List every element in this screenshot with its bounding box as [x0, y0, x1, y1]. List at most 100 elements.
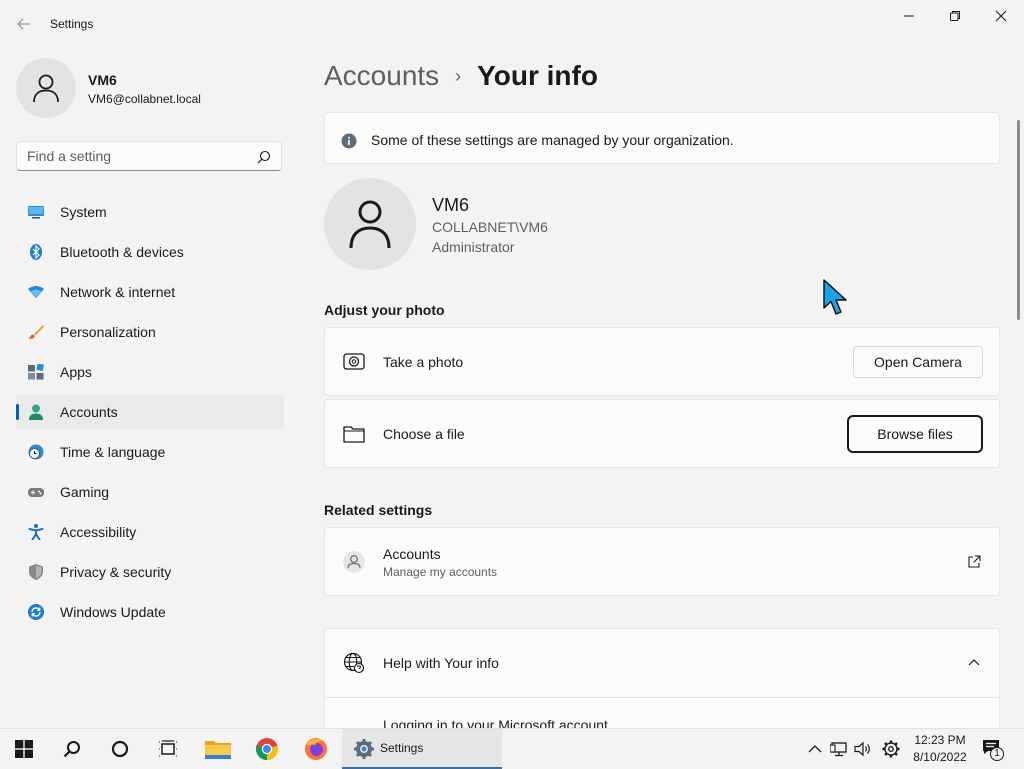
monitor-icon: [28, 206, 44, 219]
scrollbar[interactable]: [1017, 120, 1020, 320]
firefox-button[interactable]: [292, 729, 340, 769]
info-icon: [341, 133, 357, 149]
search-input[interactable]: [17, 142, 267, 170]
profile-card[interactable]: VM6 VM6@collabnet.local: [16, 58, 286, 118]
related-accounts-subtitle: Manage my accounts: [383, 565, 498, 579]
sidebar-item-label: Gaming: [60, 484, 110, 500]
taskbar-settings-app[interactable]: Settings: [342, 729, 502, 769]
sidebar-item-label: Accounts: [60, 404, 118, 420]
sidebar-item-privacy[interactable]: Privacy & security: [16, 554, 284, 590]
minimize-button[interactable]: [886, 4, 932, 28]
content-area: Some of these settings are managed by yo…: [324, 108, 1000, 728]
help-title[interactable]: Help with Your info: [383, 655, 499, 671]
take-photo-row: Take a photo Open Camera: [324, 327, 1000, 396]
notice-text: Some of these settings are managed by yo…: [371, 132, 734, 148]
globe-icon: [343, 652, 365, 674]
camera-icon: [343, 353, 365, 370]
sidebar-item-label: Windows Update: [60, 604, 166, 620]
adjust-photo-heading: Adjust your photo: [324, 302, 445, 318]
cortana-circle-icon: [111, 740, 129, 758]
avatar: [16, 58, 76, 118]
clock-time[interactable]: 12:23 PM: [912, 733, 968, 747]
network-icon[interactable]: [830, 740, 848, 758]
bluetooth-icon: [30, 244, 42, 260]
search-box[interactable]: [16, 141, 282, 171]
page-title: Your info: [477, 60, 598, 91]
sidebar-item-bluetooth[interactable]: Bluetooth & devices: [16, 234, 284, 270]
wifi-icon: [28, 286, 44, 298]
related-accounts-row[interactable]: Accounts Manage my accounts: [324, 527, 1000, 596]
user-avatar: [324, 178, 416, 270]
notification-badge: 1: [990, 747, 1004, 761]
divider: [325, 697, 999, 698]
task-view-icon: [159, 740, 177, 757]
person-icon: [343, 551, 365, 573]
sidebar-item-time-language[interactable]: Time & language: [16, 434, 284, 470]
sidebar-item-accounts[interactable]: Accounts: [16, 394, 284, 430]
sidebar-item-label: Network & internet: [60, 284, 176, 300]
sidebar-item-label: Bluetooth & devices: [60, 244, 184, 260]
apps-icon: [28, 364, 44, 380]
sidebar-item-personalization[interactable]: Personalization: [16, 314, 284, 350]
chevron-up-icon[interactable]: [967, 657, 981, 667]
sidebar-item-accessibility[interactable]: Accessibility: [16, 514, 284, 550]
file-explorer-button[interactable]: [194, 729, 242, 769]
help-link[interactable]: Logging in to your Microsoft account: [383, 717, 608, 728]
chrome-icon: [255, 738, 279, 761]
person-icon: [349, 200, 391, 249]
search-icon: [63, 741, 80, 758]
sidebar-item-network[interactable]: Network & internet: [16, 274, 284, 310]
sidebar-item-system[interactable]: System: [16, 194, 284, 230]
sidebar-item-label: System: [60, 204, 107, 220]
notification-center-button[interactable]: 1: [978, 737, 1008, 763]
sidebar-item-gaming[interactable]: Gaming: [16, 474, 284, 510]
task-view-button[interactable]: [144, 729, 192, 769]
close-button[interactable]: [978, 4, 1024, 28]
choose-file-row: Choose a file Browse files: [324, 399, 1000, 468]
breadcrumb-parent[interactable]: Accounts: [324, 60, 439, 92]
open-external-icon: [968, 555, 981, 568]
open-camera-button[interactable]: Open Camera: [853, 346, 983, 378]
restore-button[interactable]: [932, 4, 978, 28]
browse-files-button[interactable]: Browse files: [847, 415, 983, 453]
accessibility-icon: [28, 524, 44, 540]
sidebar-item-label: Apps: [60, 364, 92, 380]
cortana-button[interactable]: [96, 729, 144, 769]
back-arrow-icon[interactable]: [14, 14, 34, 34]
user-name: VM6: [432, 195, 470, 215]
windows-logo-icon: [15, 740, 33, 758]
org-managed-notice: Some of these settings are managed by yo…: [324, 112, 1000, 164]
breadcrumb: Accounts › Your info: [324, 58, 598, 94]
chrome-button[interactable]: [243, 729, 291, 769]
breadcrumb-separator: ›: [455, 65, 462, 86]
mouse-cursor-icon: [823, 279, 847, 315]
app-title: Settings: [50, 17, 94, 31]
volume-icon[interactable]: [854, 740, 872, 758]
user-domain: COLLABNET\VM6: [432, 219, 548, 235]
title-bar: Settings: [0, 0, 1024, 48]
clock-date[interactable]: 8/10/2022: [908, 750, 972, 764]
chevron-up-icon[interactable]: [806, 740, 824, 758]
taskbar-search-button[interactable]: [48, 729, 96, 769]
taskbar-app-label: Settings: [380, 741, 424, 755]
sidebar-item-windows-update[interactable]: Windows Update: [16, 594, 284, 630]
brush-icon: [29, 325, 44, 339]
start-button[interactable]: [0, 729, 48, 769]
gear-icon: [354, 739, 374, 759]
search-icon[interactable]: [257, 150, 271, 164]
take-photo-label: Take a photo: [383, 354, 464, 370]
gear-icon[interactable]: [882, 740, 900, 758]
sidebar-item-apps[interactable]: Apps: [16, 354, 284, 390]
firefox-icon: [305, 738, 327, 760]
person-icon: [29, 404, 43, 420]
sidebar-item-label: Accessibility: [60, 524, 137, 540]
gamepad-icon: [28, 488, 44, 497]
update-icon: [28, 604, 44, 620]
related-settings-heading: Related settings: [324, 502, 433, 518]
sidebar-nav: System Bluetooth & devices Network & int…: [16, 194, 284, 634]
folder-icon: [205, 741, 231, 759]
sidebar-item-label: Time & language: [60, 444, 166, 460]
user-role: Administrator: [432, 239, 515, 255]
folder-icon: [343, 426, 365, 443]
shield-icon: [29, 564, 43, 580]
